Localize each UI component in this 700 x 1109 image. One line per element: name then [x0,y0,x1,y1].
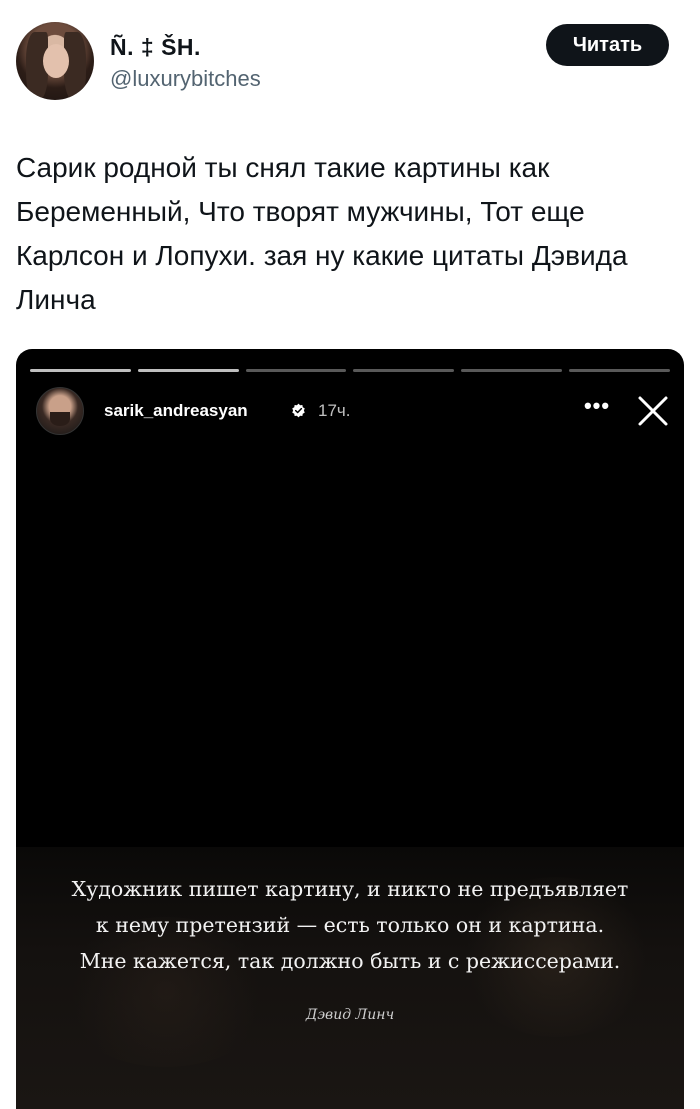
quote-line: Мне кажется, так должно быть и с режиссе… [79,949,621,973]
tweet-text: Сарик родной ты снял такие картины как Б… [16,152,628,315]
story-username[interactable]: sarik_andreasyan [104,401,248,421]
quote-line: к нему претензий — есть только он и карт… [95,913,605,937]
avatar-face [43,44,69,78]
quote-text: Художник пишет картину, и никто не предъ… [26,871,674,979]
more-horizontal-icon[interactable]: ••• [582,395,612,422]
progress-segment [245,369,347,372]
quote-author: Дэвид Линч [305,1007,395,1023]
close-icon[interactable] [636,394,670,428]
progress-segment [461,369,563,372]
tweet-header: Ñ. ‡ ŠH. @luxurybitches Читать [0,0,700,120]
story-progress-bars [30,369,670,373]
story-media[interactable]: sarik_andreasyan 17ч. ••• Художник пишет… [16,349,684,1109]
author-handle[interactable]: @luxurybitches [110,66,261,92]
progress-segment [569,369,670,372]
quote-line: Художник пишет картину, и никто не предъ… [71,877,629,901]
progress-segment [137,369,239,372]
follow-button[interactable]: Читать [546,24,669,66]
progress-segment [30,369,131,372]
verified-badge-icon [292,403,305,418]
progress-segment [353,369,455,372]
quote-panel: Художник пишет картину, и никто не предъ… [16,847,684,1109]
story-avatar[interactable] [36,387,84,435]
story-timestamp: 17ч. [318,401,351,420]
author-display-name[interactable]: Ñ. ‡ ŠH. [110,34,201,61]
author-avatar[interactable] [16,22,94,100]
story-avatar-beard [50,412,70,426]
